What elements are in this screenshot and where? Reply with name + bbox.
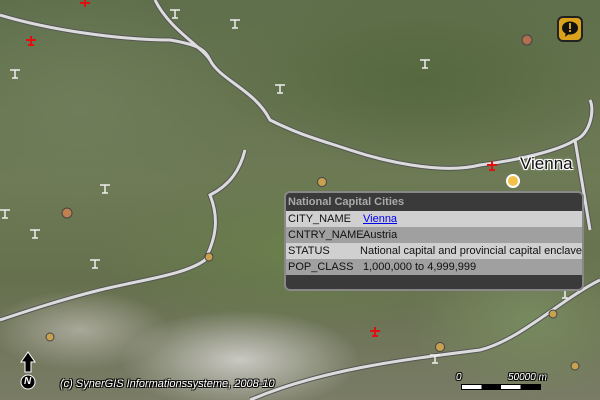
popup-row: POP_CLASS 1,000,000 to 4,999,999 [286, 259, 582, 275]
notice-button[interactable] [557, 16, 583, 42]
notice-icon [562, 21, 578, 37]
city-dot-icon [521, 34, 533, 46]
city-name-link[interactable]: Vienna [363, 211, 397, 227]
north-label: N [24, 376, 32, 387]
airport-icon [26, 36, 36, 46]
map-view[interactable]: N Vienna National Capital Cities CITY_NA… [0, 0, 600, 400]
airport-icon [370, 327, 380, 337]
popup-row: CNTRY_NAME Austria [286, 227, 582, 243]
feature-info-popup: National Capital Cities CITY_NAME Vienna … [284, 191, 584, 291]
capital-dot-icon [506, 174, 520, 188]
copyright: (c) SynerGIS Informationssysteme, 2008-1… [60, 378, 275, 390]
city-dot-icon [317, 177, 327, 187]
city-dot-icon [61, 207, 73, 219]
city-dot-icon [45, 332, 55, 342]
popup-row: CITY_NAME Vienna [286, 211, 582, 227]
city-dot-icon [570, 361, 580, 371]
airport-icon [80, 0, 90, 7]
city-dot-icon [435, 342, 445, 352]
airfield-icons [0, 9, 570, 364]
city-label-vienna: Vienna [520, 154, 573, 173]
popup-title: National Capital Cities [288, 196, 405, 208]
scale-bar-graphic [461, 384, 541, 390]
city-dot-icon [204, 252, 214, 262]
popup-row: STATUS National capital and provincial ca… [286, 243, 582, 259]
city-dot-icon [548, 309, 558, 319]
